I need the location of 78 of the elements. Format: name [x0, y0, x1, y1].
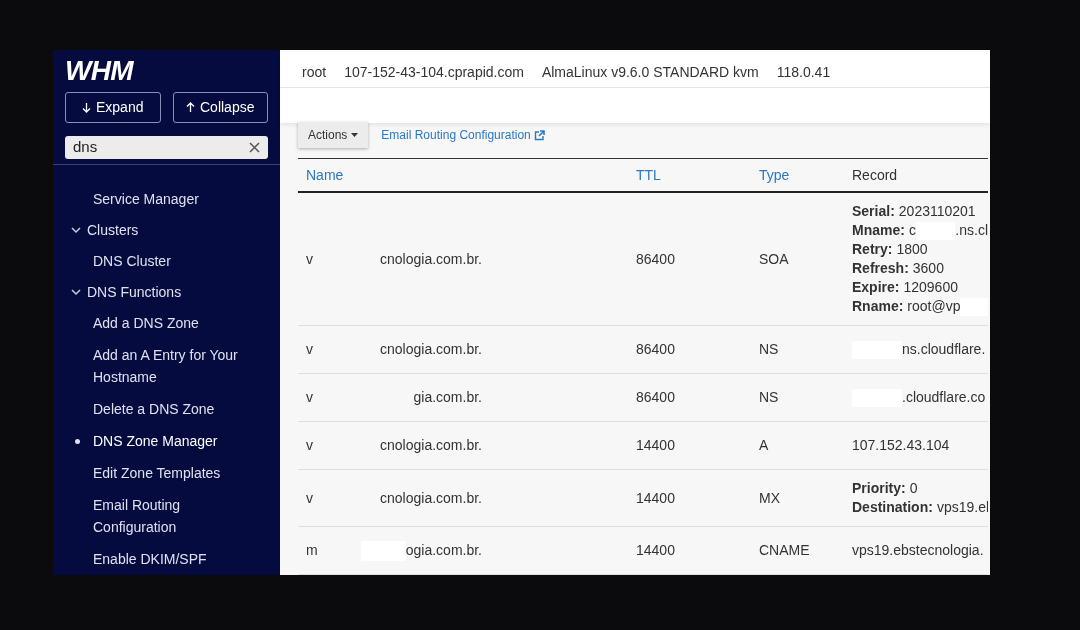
- table-cell: 14400: [636, 542, 675, 558]
- record-value: root@vp: [907, 297, 961, 316]
- record-value: 1209600: [903, 278, 958, 297]
- sidebar-link[interactable]: Delete a DNS Zone: [93, 398, 260, 420]
- actions-button[interactable]: Actions: [298, 122, 369, 148]
- record-label: Refresh:: [852, 259, 909, 278]
- table-cell: SOA: [759, 250, 789, 267]
- table-cell: 14400: [636, 437, 675, 453]
- record-value: 2023110201: [898, 202, 976, 221]
- table-cell: A: [759, 437, 769, 453]
- header-value: AlmaLinux v9.6.0 STANDARD kvm: [541, 63, 759, 82]
- column-header[interactable]: Type: [759, 166, 790, 183]
- table-cell-text: v: [306, 436, 314, 455]
- record-value: vps19.el: [936, 498, 988, 517]
- sidebar-link[interactable]: DNS Cluster: [93, 250, 260, 272]
- record-value: 1800: [896, 240, 928, 259]
- table-cell-text: gia.com.br.: [413, 388, 482, 407]
- header-value: 107-152-43-104.cprapid.com: [344, 63, 524, 82]
- chevron-down-icon[interactable]: [71, 288, 81, 296]
- record-value: c: [908, 221, 916, 240]
- caret-icon: [351, 133, 359, 137]
- table-cell: 86400: [636, 341, 675, 357]
- table-cell-text: v: [306, 488, 314, 508]
- record-value: .cloudflare.co: [902, 388, 986, 407]
- record-label: Retry:: [852, 240, 893, 259]
- search-text: dns: [73, 137, 99, 157]
- record-label: Destination:: [852, 498, 933, 517]
- record-label: Serial:: [852, 202, 895, 221]
- table-cell-text: m: [306, 541, 319, 560]
- table-cell-text: ogia.com.br.: [405, 541, 482, 560]
- close-icon[interactable]: [249, 141, 260, 153]
- table-cell-text: cnologia.com.br.: [380, 436, 482, 455]
- expand-button[interactable]: Expand: [65, 92, 161, 123]
- collapse-button[interactable]: Collapse: [172, 92, 268, 123]
- column-header: Record: [852, 166, 898, 183]
- record-label: Priority:: [852, 479, 906, 498]
- table-cell: 86400: [636, 250, 675, 267]
- sidebar-link[interactable]: Add a DNS Zone: [93, 312, 260, 334]
- sidebar-link[interactable]: Add an A Entry for Your Hostname: [93, 344, 260, 388]
- table-cell-text: cnologia.com.br.: [380, 488, 482, 508]
- table-cell: 86400: [636, 389, 675, 405]
- external-link-icon: [533, 129, 545, 141]
- record-label: Expire:: [852, 278, 900, 297]
- arrow-up-icon: [186, 102, 195, 113]
- table-cell: MX: [759, 489, 780, 506]
- record-value: 0: [909, 479, 918, 498]
- table-cell: NS: [759, 341, 779, 357]
- column-header[interactable]: Name: [306, 166, 344, 183]
- email-routing-link[interactable]: Email Routing Configuration: [381, 126, 545, 144]
- sidebar-group-heading[interactable]: Clusters: [87, 219, 139, 241]
- sidebar-link[interactable]: Enable DKIM/SPF: [93, 548, 260, 570]
- table-cell-text: cnologia.com.br.: [380, 249, 482, 269]
- search-field[interactable]: dns: [65, 136, 268, 159]
- table-cell: CNAME: [759, 542, 810, 558]
- column-header[interactable]: TTL: [636, 166, 661, 183]
- whm-logo: WHM: [65, 54, 133, 88]
- sidebar-link[interactable]: Email Routing Configuration: [93, 494, 260, 538]
- table-cell-text: v: [306, 388, 314, 407]
- table-cell-text: v: [306, 340, 314, 359]
- table-cell: NS: [759, 389, 779, 405]
- arrow-down-icon: [82, 102, 91, 113]
- sidebar-link[interactable]: DNS Zone Manager: [93, 430, 260, 452]
- record-value: 3600: [912, 259, 944, 278]
- record-value: ns.cloudflare.: [902, 340, 986, 359]
- record-label: Mname:: [852, 221, 905, 240]
- record-value: .ns.cl: [955, 221, 988, 240]
- header-value: 118.0.41: [776, 63, 831, 82]
- record-value: 107.152.43.104: [852, 436, 950, 455]
- table-cell-text: v: [306, 249, 314, 269]
- sidebar-link[interactable]: Edit Zone Templates: [93, 462, 260, 484]
- chevron-down-icon[interactable]: [71, 226, 81, 234]
- table-cell-text: cnologia.com.br.: [380, 340, 482, 359]
- sidebar-link[interactable]: Service Manager: [93, 188, 260, 210]
- table-cell: 14400: [636, 489, 675, 506]
- header-value: root: [302, 63, 327, 82]
- sidebar-group-heading[interactable]: DNS Functions: [87, 281, 182, 303]
- record-value: vps19.ebstecnologia.: [852, 541, 984, 560]
- record-label: Rname:: [852, 297, 904, 316]
